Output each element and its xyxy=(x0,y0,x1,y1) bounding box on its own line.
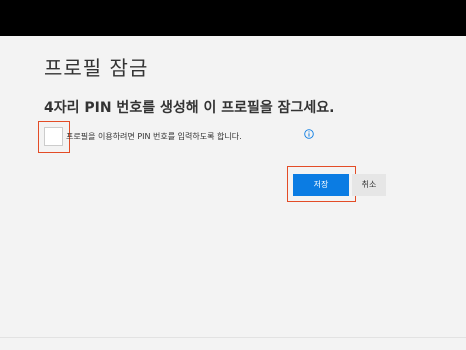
require-pin-checkbox-label[interactable]: 프로필을 이용하려면 PIN 번호를 입력하도록 합니다. xyxy=(66,131,242,142)
info-icon[interactable] xyxy=(304,129,314,139)
top-bar xyxy=(0,0,466,36)
cancel-button[interactable]: 취소 xyxy=(352,174,386,196)
page-title: 프로필 잠금 xyxy=(44,56,149,80)
save-button[interactable]: 저장 xyxy=(293,174,349,196)
require-pin-checkbox[interactable] xyxy=(44,127,63,146)
bottom-strip xyxy=(0,337,466,350)
instruction-heading: 4자리 PIN 번호를 생성해 이 프로필을 잠그세요. xyxy=(44,100,335,116)
profile-lock-panel xyxy=(0,36,466,337)
